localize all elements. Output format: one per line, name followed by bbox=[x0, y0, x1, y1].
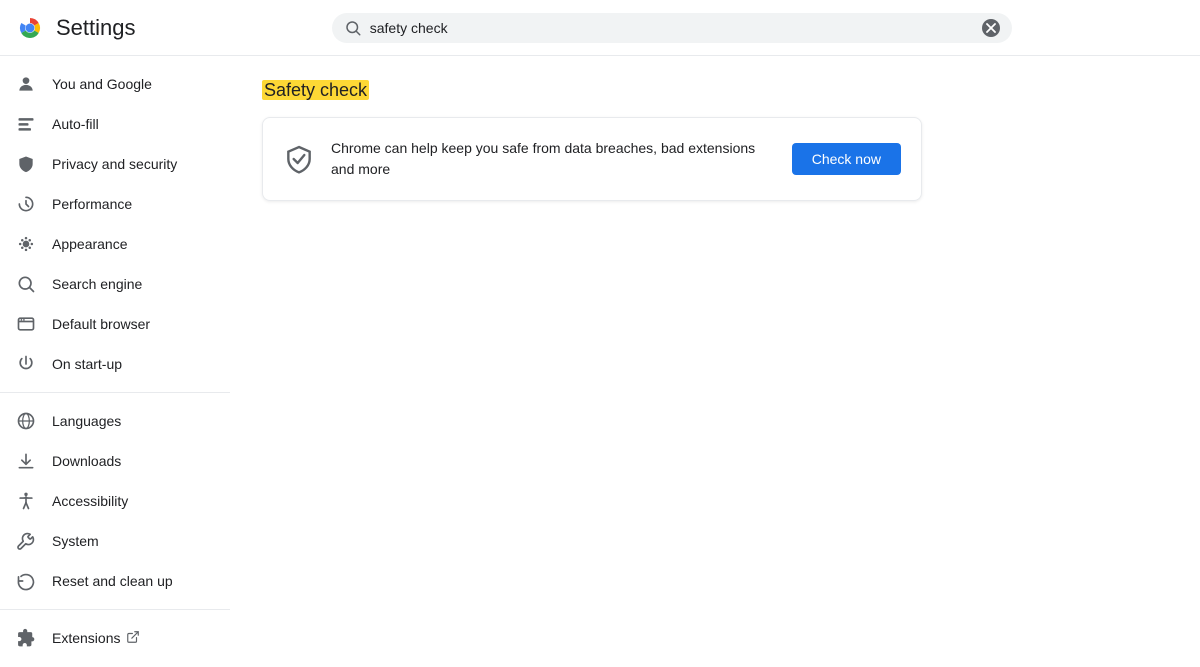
sidebar-item-auto-fill[interactable]: Auto-fill bbox=[0, 104, 222, 144]
sidebar-divider-2 bbox=[0, 609, 230, 610]
sidebar-item-downloads[interactable]: Downloads bbox=[0, 441, 222, 481]
check-now-button[interactable]: Check now bbox=[792, 143, 901, 175]
content-area: Safety check Chrome can help keep you sa… bbox=[230, 56, 1200, 667]
safety-card-text: Chrome can help keep you safe from data … bbox=[331, 138, 776, 180]
sidebar-item-about-chrome[interactable]: About Chrome bbox=[0, 658, 222, 667]
sidebar-item-appearance[interactable]: Appearance bbox=[0, 224, 222, 264]
sidebar-label-system: System bbox=[52, 533, 99, 549]
search-input[interactable]: safety check bbox=[370, 20, 982, 36]
page-title: Settings bbox=[56, 15, 136, 41]
globe-icon bbox=[16, 411, 36, 431]
sidebar-label-auto-fill: Auto-fill bbox=[52, 116, 99, 132]
highlight-text: Safety check bbox=[262, 80, 369, 100]
reset-icon bbox=[16, 571, 36, 591]
main-layout: You and Google Auto-fill Privacy and sec… bbox=[0, 56, 1200, 667]
sidebar-item-on-startup[interactable]: On start-up bbox=[0, 344, 222, 384]
sidebar-item-system[interactable]: System bbox=[0, 521, 222, 561]
sidebar-label-privacy-security: Privacy and security bbox=[52, 156, 177, 172]
sidebar-item-search-engine[interactable]: Search engine bbox=[0, 264, 222, 304]
sidebar-divider-1 bbox=[0, 392, 230, 393]
sidebar-label-downloads: Downloads bbox=[52, 453, 121, 469]
sidebar-item-extensions[interactable]: Extensions bbox=[0, 618, 222, 658]
sidebar-item-accessibility[interactable]: Accessibility bbox=[0, 481, 222, 521]
sidebar-item-performance[interactable]: Performance bbox=[0, 184, 222, 224]
card-shield-icon bbox=[283, 143, 315, 175]
section-title: Safety check bbox=[262, 80, 1168, 101]
sidebar-item-privacy-security[interactable]: Privacy and security bbox=[0, 144, 222, 184]
person-icon bbox=[16, 74, 36, 94]
search-icon bbox=[344, 19, 362, 37]
autofill-icon bbox=[16, 114, 36, 134]
sidebar-item-reset-cleanup[interactable]: Reset and clean up bbox=[0, 561, 222, 601]
sidebar-label-appearance: Appearance bbox=[52, 236, 128, 252]
safety-check-card: Chrome can help keep you safe from data … bbox=[262, 117, 922, 201]
chrome-logo-icon bbox=[16, 14, 44, 42]
header: Settings safety check bbox=[0, 0, 1200, 56]
sidebar-item-languages[interactable]: Languages bbox=[0, 401, 222, 441]
wrench-icon bbox=[16, 531, 36, 551]
sidebar-item-default-browser[interactable]: Default browser bbox=[0, 304, 222, 344]
sidebar-label-default-browser: Default browser bbox=[52, 316, 150, 332]
sidebar-item-you-and-google[interactable]: You and Google bbox=[0, 64, 222, 104]
browser-icon bbox=[16, 314, 36, 334]
shield-icon bbox=[16, 154, 36, 174]
sidebar-label-search-engine: Search engine bbox=[52, 276, 142, 292]
accessibility-icon bbox=[16, 491, 36, 511]
puzzle-icon bbox=[16, 628, 36, 648]
clear-search-icon[interactable] bbox=[982, 19, 1000, 37]
sidebar-label-languages: Languages bbox=[52, 413, 121, 429]
sidebar-label-on-startup: On start-up bbox=[52, 356, 122, 372]
sidebar: You and Google Auto-fill Privacy and sec… bbox=[0, 56, 230, 667]
sidebar-label-you-and-google: You and Google bbox=[52, 76, 152, 92]
sidebar-label-accessibility: Accessibility bbox=[52, 493, 128, 509]
sidebar-label-performance: Performance bbox=[52, 196, 132, 212]
search-bar: safety check bbox=[332, 13, 1012, 43]
external-link-icon bbox=[126, 630, 142, 646]
performance-icon bbox=[16, 194, 36, 214]
appearance-icon bbox=[16, 234, 36, 254]
sidebar-label-reset-cleanup: Reset and clean up bbox=[52, 573, 173, 589]
power-icon bbox=[16, 354, 36, 374]
download-icon bbox=[16, 451, 36, 471]
sidebar-label-extensions: Extensions bbox=[52, 630, 120, 646]
search-engine-icon bbox=[16, 274, 36, 294]
